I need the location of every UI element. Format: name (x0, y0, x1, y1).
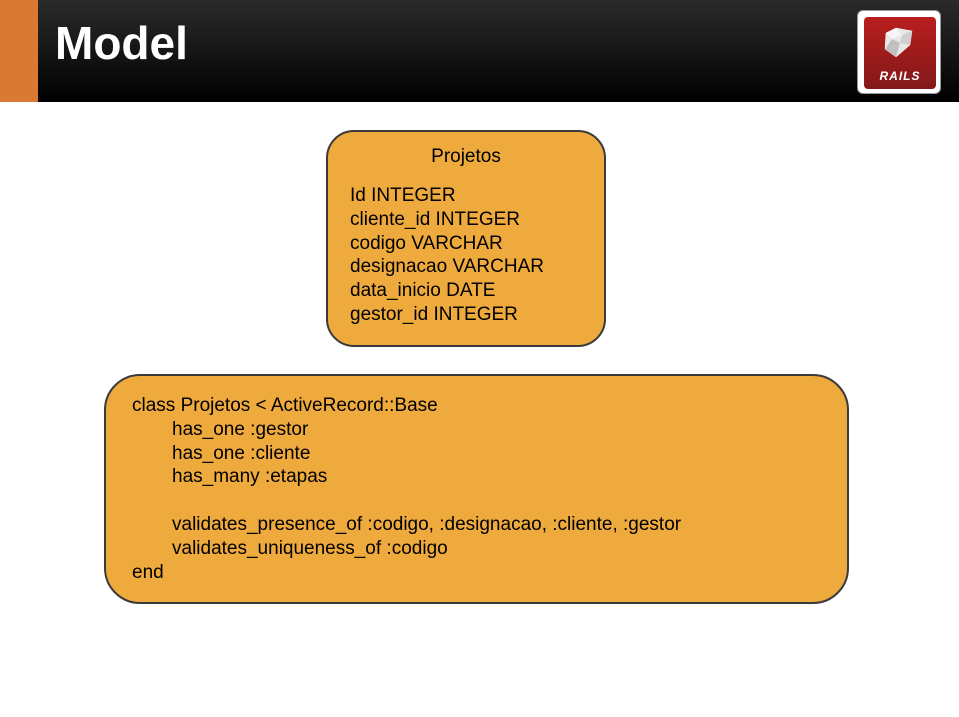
rails-logo: RAILS (857, 10, 941, 94)
code-line: has_one :cliente (132, 442, 821, 466)
table-field: designacao VARCHAR (350, 255, 582, 279)
code-line: has_many :etapas (132, 465, 821, 489)
header-band: Model RAILS (0, 0, 959, 102)
rails-logo-text: RAILS (864, 69, 936, 83)
code-line: has_one :gestor (132, 418, 821, 442)
code-line: class Projetos < ActiveRecord::Base (132, 394, 821, 418)
rails-logo-bg: RAILS (857, 10, 941, 94)
table-field: codigo VARCHAR (350, 232, 582, 256)
rails-logo-inner: RAILS (864, 17, 936, 89)
table-field: gestor_id INTEGER (350, 303, 582, 327)
ruby-icon (882, 25, 918, 61)
code-blank-line (132, 489, 821, 513)
accent-square (0, 0, 38, 102)
page-title: Model (55, 16, 188, 70)
table-field: cliente_id INTEGER (350, 208, 582, 232)
table-title: Projetos (350, 146, 582, 168)
code-line: end (132, 561, 821, 585)
table-field: data_inicio DATE (350, 279, 582, 303)
code-line: validates_presence_of :codigo, :designac… (132, 513, 821, 537)
table-schema-box: Projetos Id INTEGER cliente_id INTEGER c… (326, 130, 606, 347)
code-line: validates_uniqueness_of :codigo (132, 537, 821, 561)
table-field: Id INTEGER (350, 184, 582, 208)
code-box: class Projetos < ActiveRecord::Base has_… (104, 374, 849, 604)
